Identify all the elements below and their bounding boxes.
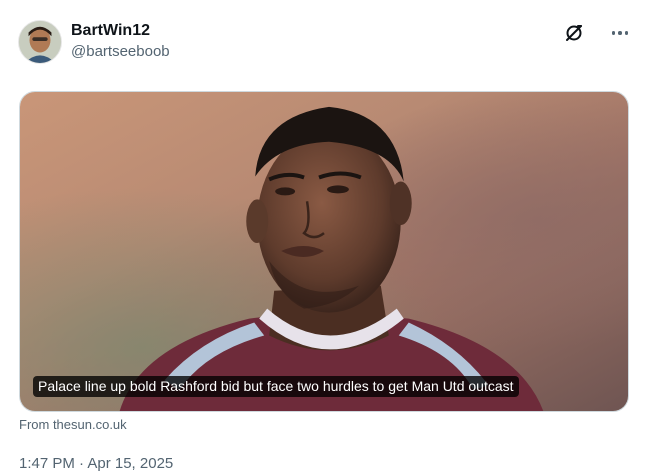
avatar-image [19, 21, 61, 63]
tweet-timestamp[interactable]: 1:47 PM · Apr 15, 2025 [19, 455, 173, 471]
display-name[interactable]: BartWin12 [71, 21, 170, 41]
handle[interactable]: @bartseeboob [71, 42, 170, 62]
avatar[interactable] [18, 20, 62, 64]
grok-icon[interactable] [564, 23, 584, 43]
player-photo [20, 92, 628, 411]
author-names: BartWin12 @bartseeboob [71, 21, 170, 62]
card-headline: Palace line up bold Rashford bid but fac… [33, 376, 519, 397]
more-options-icon[interactable] [610, 23, 630, 43]
tweet-header: BartWin12 @bartseeboob [18, 20, 630, 64]
card-source-link[interactable]: From thesun.co.uk [19, 417, 127, 433]
link-card-image[interactable]: Palace line up bold Rashford bid but fac… [19, 91, 629, 412]
